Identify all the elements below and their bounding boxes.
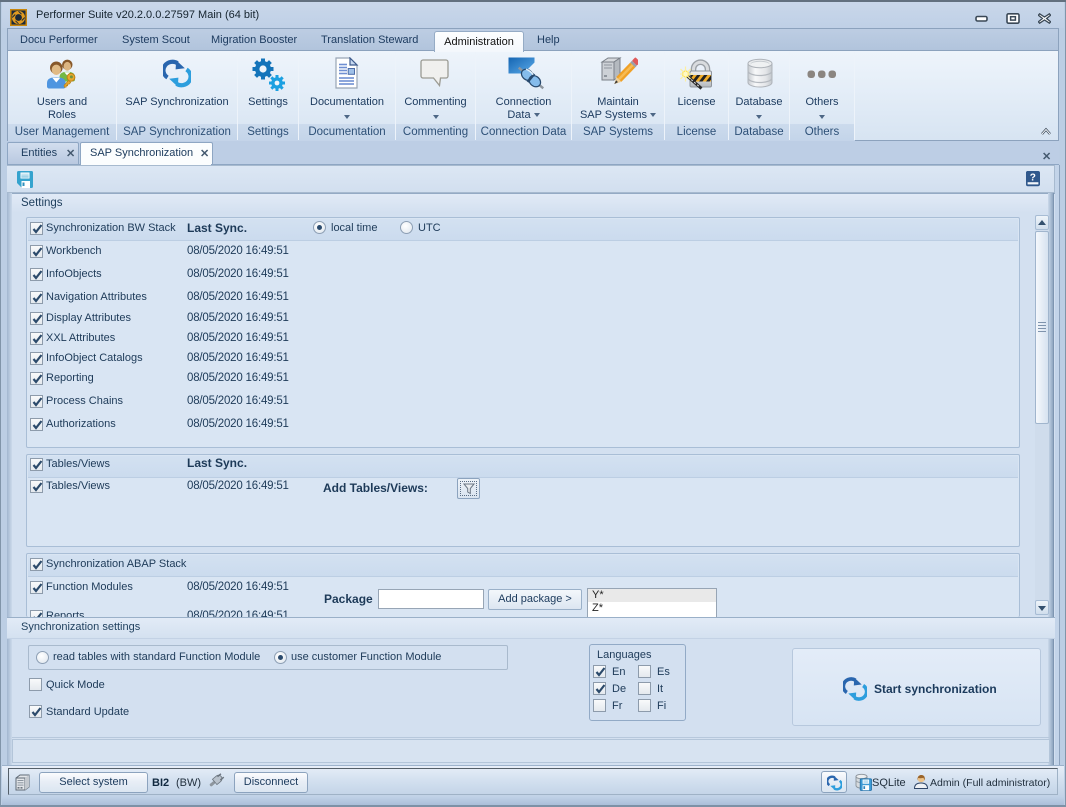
svg-text:?: ? — [1030, 173, 1036, 184]
